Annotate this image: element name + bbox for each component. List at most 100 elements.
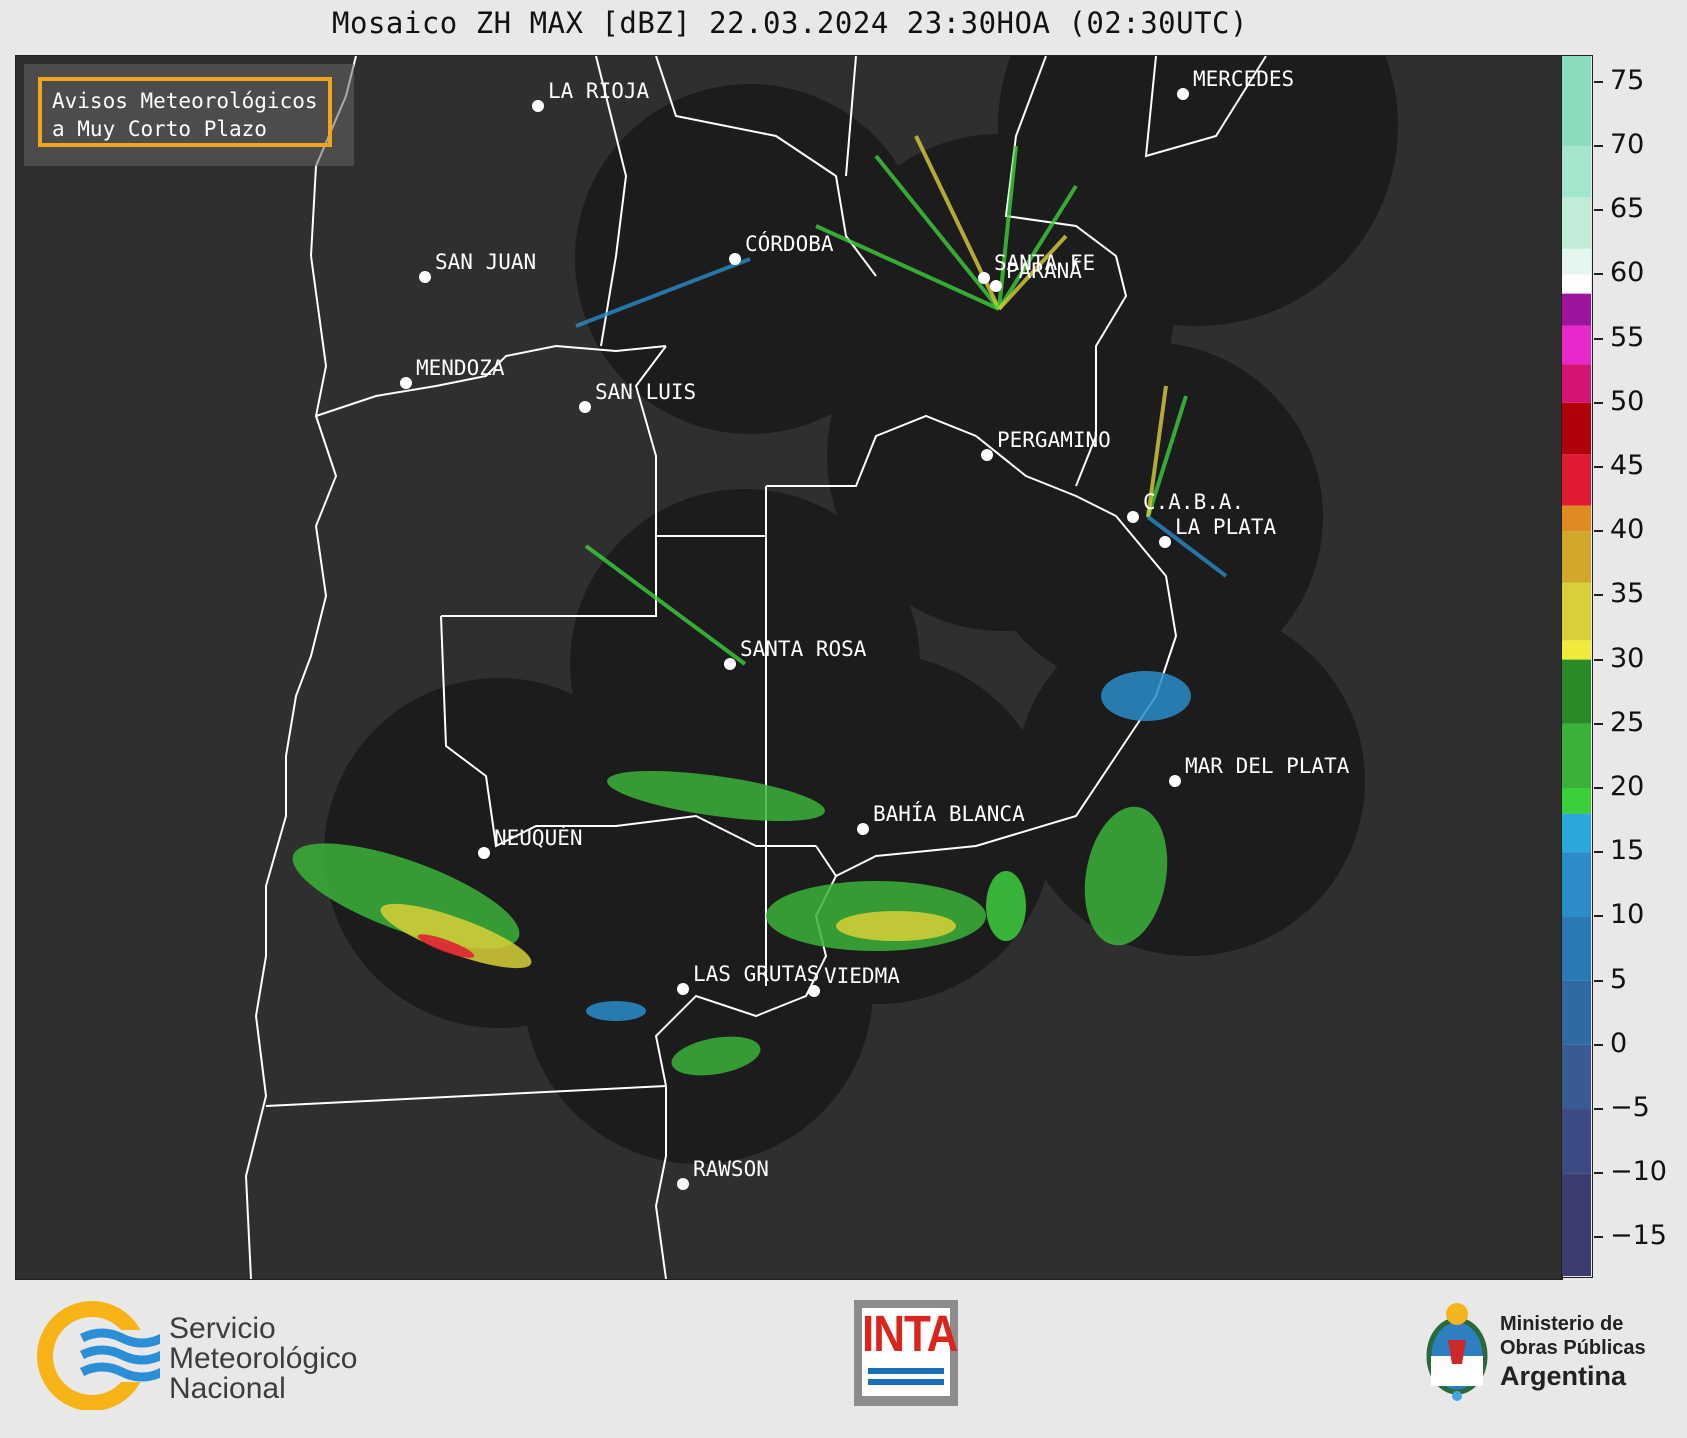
city-label: RAWSON xyxy=(693,1157,769,1181)
city-label: CÓRDOBA xyxy=(745,231,834,256)
city-label: PARANÁ xyxy=(1006,258,1082,283)
city-label: VIEDMA xyxy=(824,964,900,988)
city-label: SAN JUAN xyxy=(435,250,536,274)
colorbar-band xyxy=(1562,813,1591,853)
colorbar-tick-label: 25 xyxy=(1594,707,1644,738)
colorbar-band xyxy=(1562,364,1591,403)
smn-line3: Nacional xyxy=(169,1372,286,1405)
map-title: Mosaico ZH MAX [dBZ] 22.03.2024 23:30HOA… xyxy=(332,6,1248,40)
ministerio-line3: Argentina xyxy=(1500,1361,1627,1391)
colorbar-band xyxy=(1562,56,1591,146)
city-label: MERCEDES xyxy=(1193,67,1294,91)
colorbar-tick-label: 0 xyxy=(1594,1028,1627,1059)
colorbar-band xyxy=(1562,1173,1591,1276)
colorbar-band xyxy=(1562,788,1591,814)
colorbar-tick-label: 10 xyxy=(1594,899,1644,930)
colorbar-band xyxy=(1562,325,1591,365)
city-marker xyxy=(532,100,544,112)
colorbar-band xyxy=(1562,980,1591,1045)
colorbar-tick-label: 75 xyxy=(1594,65,1644,96)
colorbar-band xyxy=(1562,723,1591,788)
colorbar-tick-label: 55 xyxy=(1594,322,1644,353)
colorbar-tick-label: −15 xyxy=(1594,1220,1667,1251)
colorbar-tick-label: 45 xyxy=(1594,450,1644,481)
colorbar-tick-label: 70 xyxy=(1594,129,1644,160)
footer: Servicio Meteorológico Nacional INTA Min… xyxy=(0,1280,1687,1438)
colorbar-band xyxy=(1562,1044,1591,1110)
ministerio-name: Ministerio de Obras Públicas Argentina xyxy=(1500,1312,1646,1392)
colorbar-ticks: 75 70 65 60 55 50 45 40 35 30 25 20 15 10 5 0 −5 −10 −15 xyxy=(1594,55,1687,1278)
radar-echo xyxy=(836,911,956,941)
province-boundary xyxy=(244,56,357,1279)
colorbar-band xyxy=(1562,274,1591,294)
smn-line2: Meteorológico xyxy=(169,1342,358,1375)
city-marker xyxy=(400,377,412,389)
city-label: MAR DEL PLATA xyxy=(1185,754,1350,778)
colorbar-band xyxy=(1562,145,1591,198)
smn-name: Servicio Meteorológico Nacional xyxy=(169,1314,357,1404)
colorbar-band xyxy=(1562,248,1591,275)
radar-map[interactable]: LA RIOJA MERCEDES CÓRDOBA SAN JUAN SANTA FE P… xyxy=(15,55,1563,1280)
colorbar-band xyxy=(1562,1109,1591,1174)
colorbar-band xyxy=(1562,505,1591,532)
colorbar-tick-label: 30 xyxy=(1594,643,1644,674)
inta-wordmark: INTA xyxy=(862,1306,958,1363)
city-marker xyxy=(419,271,431,283)
city-marker xyxy=(1177,88,1189,100)
colorbar-bands xyxy=(1562,56,1591,1276)
avisos-box[interactable]: Avisos Meteorológicos a Muy Corto Plazo xyxy=(38,77,332,147)
city-marker xyxy=(677,983,689,995)
city-label: LA RIOJA xyxy=(548,79,650,103)
smn-line1: Servicio xyxy=(169,1312,276,1345)
colorbar-band xyxy=(1562,531,1591,583)
radar-coverage-circle xyxy=(1015,606,1365,956)
ministerio-line1: Ministerio de xyxy=(1500,1313,1624,1335)
city-marker xyxy=(478,847,490,859)
radar-coverage-circle xyxy=(523,814,873,1164)
radar-echo xyxy=(986,871,1026,941)
avisos-line2: a Muy Corto Plazo xyxy=(52,117,267,141)
coat-of-arms-icon xyxy=(1426,1303,1488,1401)
city-label: SANTA ROSA xyxy=(740,637,867,661)
inta-logo: INTA xyxy=(854,1300,958,1406)
city-label: PERGAMINO xyxy=(997,428,1111,452)
colorbar-tick-label: −5 xyxy=(1594,1092,1650,1123)
colorbar-tick-label: −10 xyxy=(1594,1156,1667,1187)
radar-echo xyxy=(586,1001,646,1021)
colorbar-band xyxy=(1562,916,1591,981)
colorbar-tick-label: 5 xyxy=(1594,964,1627,995)
inta-bars-icon xyxy=(868,1368,944,1390)
radar-echo xyxy=(1101,671,1191,721)
city-label: LA PLATA xyxy=(1175,515,1277,539)
radar-coverage-layer xyxy=(324,56,1398,1164)
city-label: MENDOZA xyxy=(416,356,505,380)
city-marker xyxy=(724,658,736,670)
city-marker xyxy=(808,985,820,997)
city-marker xyxy=(978,272,990,284)
dbz-colorbar xyxy=(1561,55,1593,1278)
colorbar-tick-label: 65 xyxy=(1594,193,1644,224)
city-marker xyxy=(579,401,591,413)
colorbar-tick-label: 20 xyxy=(1594,771,1644,802)
colorbar-band xyxy=(1562,640,1591,660)
colorbar-band xyxy=(1562,293,1591,326)
city-marker xyxy=(677,1178,689,1190)
city-label: BAHÍA BLANCA xyxy=(873,801,1025,826)
colorbar-tick-label: 15 xyxy=(1594,835,1644,866)
colorbar-tick-label: 35 xyxy=(1594,578,1644,609)
colorbar-tick-label: 40 xyxy=(1594,514,1644,545)
city-label: NEUQUÉN xyxy=(494,825,583,850)
colorbar-band xyxy=(1562,197,1591,249)
colorbar-band xyxy=(1562,582,1591,641)
city-label: SAN LUIS xyxy=(595,380,696,404)
city-marker xyxy=(729,253,741,265)
colorbar-tick-label: 60 xyxy=(1594,257,1644,288)
city-marker xyxy=(1169,775,1181,787)
colorbar-tick-label: 50 xyxy=(1594,386,1644,417)
colorbar-band xyxy=(1562,454,1591,506)
city-marker xyxy=(990,280,1002,292)
colorbar-band xyxy=(1562,659,1591,724)
colorbar-band xyxy=(1562,402,1591,455)
city-marker xyxy=(981,449,993,461)
city-label: LAS GRUTAS xyxy=(693,962,819,986)
